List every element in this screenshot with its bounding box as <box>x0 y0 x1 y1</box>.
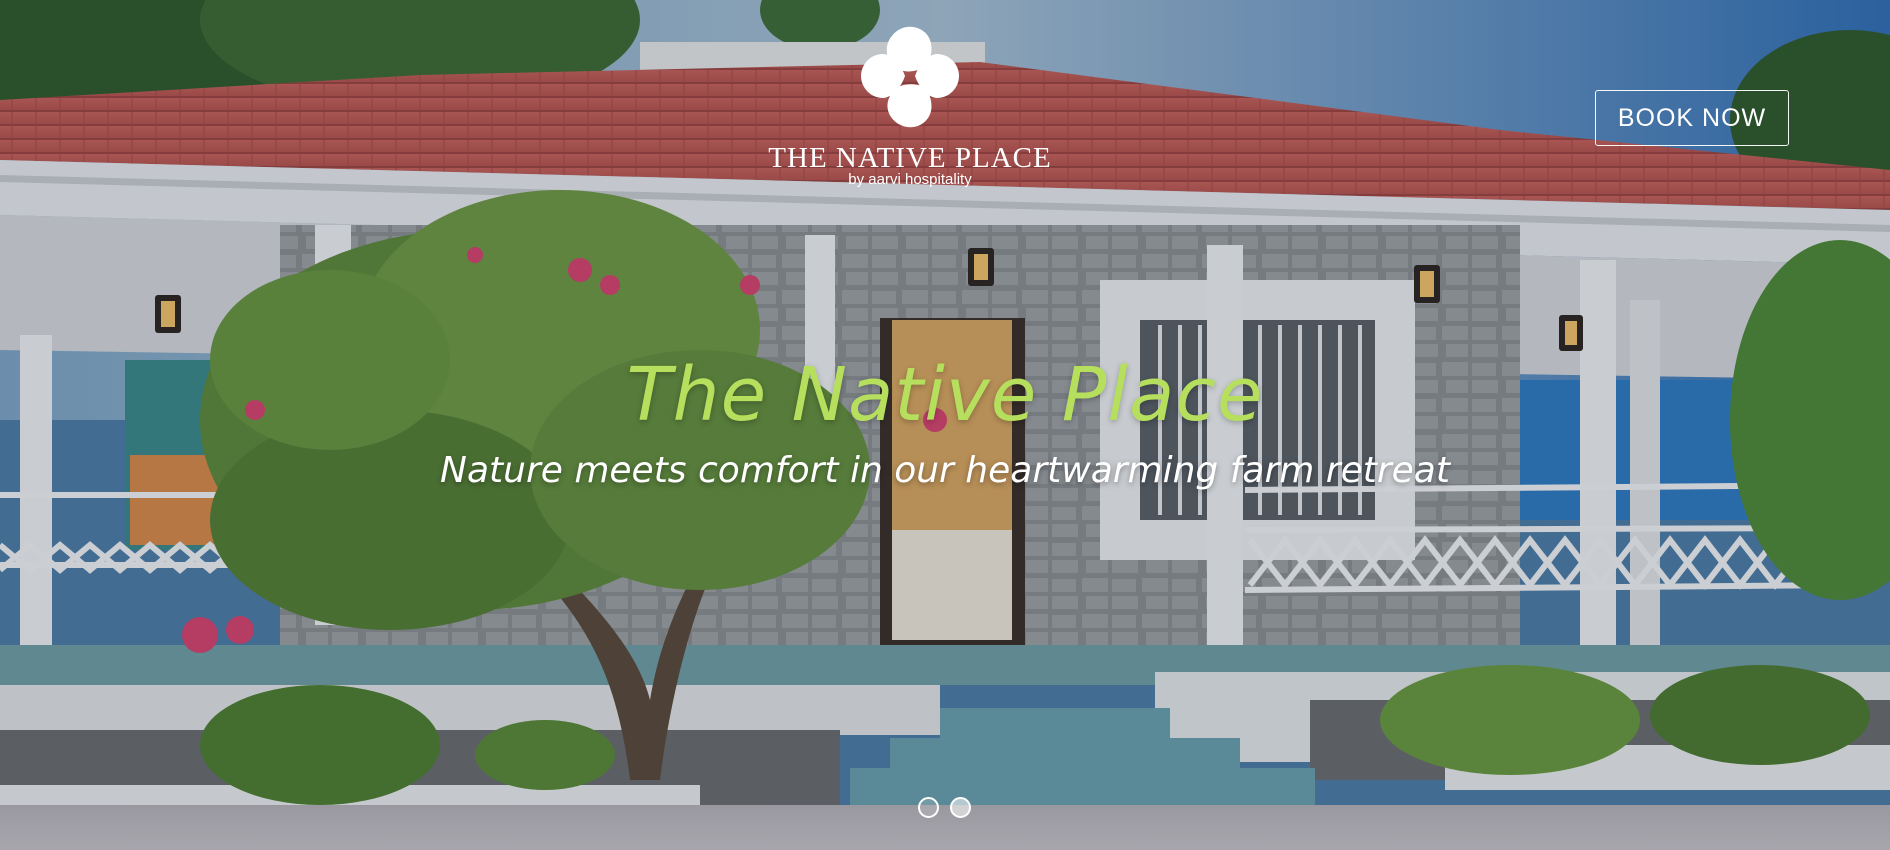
hero-title: The Native Place <box>626 352 1264 438</box>
carousel-dot-1[interactable] <box>918 797 939 818</box>
brand-name: THE NATIVE PLACE <box>768 142 1052 174</box>
carousel-dot-2[interactable] <box>950 797 971 818</box>
four-petal-logo-icon <box>861 26 959 128</box>
carousel-pagination <box>918 797 971 818</box>
hero-tagline: Nature meets comfort in our heartwarming… <box>440 450 1450 491</box>
book-now-button[interactable]: BOOK NOW <box>1595 90 1789 146</box>
site-logo[interactable]: THE NATIVE PLACE by aarvi hospitality <box>760 25 1060 189</box>
